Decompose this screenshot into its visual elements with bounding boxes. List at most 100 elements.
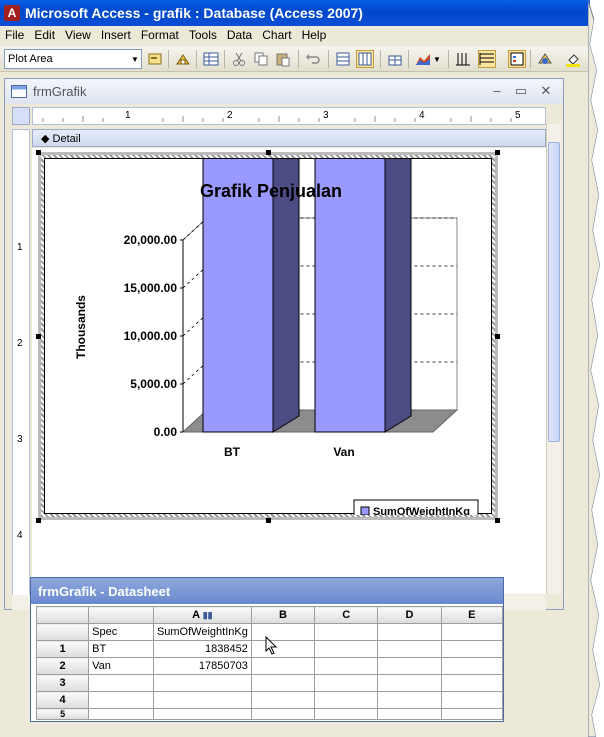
cell[interactable]	[440, 640, 504, 658]
value-axis-gridlines-icon[interactable]	[478, 50, 496, 68]
chart-area[interactable]: 0.00 5,000.00 10,000.00 15,000.00 20,000.00 B…	[44, 158, 493, 515]
cell[interactable]	[377, 657, 442, 675]
chart-objects-combo[interactable]: Plot Area ▼	[4, 49, 142, 69]
cell[interactable]	[152, 691, 252, 709]
cell[interactable]	[314, 640, 379, 658]
row-header[interactable]	[35, 623, 90, 641]
cell[interactable]	[250, 657, 316, 675]
cell[interactable]	[314, 691, 379, 709]
legend-swatch[interactable]	[360, 506, 370, 515]
resize-handle[interactable]	[495, 334, 500, 339]
resize-handle[interactable]	[266, 150, 271, 155]
cell[interactable]	[377, 623, 442, 641]
cell[interactable]: 1838452	[152, 640, 252, 658]
menu-format[interactable]: Format	[136, 26, 184, 45]
cell[interactable]	[152, 708, 252, 720]
resize-handle[interactable]	[36, 334, 41, 339]
resize-handle[interactable]	[495, 518, 500, 523]
cell[interactable]	[88, 708, 154, 720]
x-tick-label[interactable]: BT	[224, 445, 241, 459]
menu-edit[interactable]: Edit	[29, 26, 60, 45]
cell[interactable]	[377, 640, 442, 658]
cut-icon[interactable]	[230, 50, 248, 68]
row-header[interactable]: 4	[35, 691, 90, 709]
undo-icon[interactable]	[304, 50, 322, 68]
form-selector[interactable]	[12, 107, 30, 125]
resize-handle[interactable]	[495, 150, 500, 155]
cell[interactable]	[440, 623, 504, 641]
cell[interactable]	[250, 674, 316, 692]
chevron-down-icon[interactable]: ▼	[432, 50, 442, 68]
menu-data[interactable]: Data	[222, 26, 257, 45]
resize-handle[interactable]	[36, 518, 41, 523]
datasheet-grid[interactable]: A ▮▮ B C D E Spec SumOfWeightInKg 1 BT 1…	[35, 606, 504, 720]
menu-help[interactable]: Help	[297, 26, 332, 45]
column-header-d[interactable]: D	[377, 606, 442, 624]
view-datasheet-icon[interactable]	[202, 50, 220, 68]
chevron-down-icon[interactable]: ▼	[129, 55, 141, 64]
cell[interactable]	[440, 708, 504, 720]
cell[interactable]: 17850703	[152, 657, 252, 675]
maximize-icon[interactable]: ▭	[513, 83, 529, 99]
menu-chart[interactable]: Chart	[257, 26, 296, 45]
row-header[interactable]: 1	[35, 640, 90, 658]
chart-object-frame[interactable]: 0.00 5,000.00 10,000.00 15,000.00 20,000.00 B…	[38, 152, 498, 520]
by-row-icon[interactable]	[334, 50, 352, 68]
x-tick-label[interactable]: Van	[333, 445, 354, 459]
resize-handle[interactable]	[266, 518, 271, 523]
column-header-b[interactable]: B	[250, 606, 316, 624]
paste-icon[interactable]	[274, 50, 292, 68]
cell[interactable]	[377, 674, 442, 692]
y-axis-label[interactable]: Thousands	[74, 295, 88, 359]
menu-view[interactable]: View	[60, 26, 96, 45]
column-header-c[interactable]: C	[314, 606, 379, 624]
y-tick-label[interactable]: 10,000.00	[124, 329, 178, 343]
bar-side[interactable]	[384, 159, 412, 433]
minimize-icon[interactable]: –	[489, 83, 505, 99]
cell[interactable]	[314, 708, 379, 720]
cell[interactable]	[440, 674, 504, 692]
horizontal-ruler[interactable]: 1 2 3 4 5	[32, 107, 546, 125]
cell[interactable]	[250, 708, 316, 720]
legend-label[interactable]: SumOfWeightInKg	[373, 506, 470, 515]
y-tick-label[interactable]: 0.00	[154, 425, 178, 439]
column-header-a[interactable]: A ▮▮	[152, 606, 252, 624]
row-header[interactable]: 2	[35, 657, 90, 675]
scrollbar-thumb[interactable]	[548, 142, 560, 442]
select-all-cell[interactable]	[35, 606, 90, 624]
cell[interactable]	[314, 674, 379, 692]
y-tick-label[interactable]: 20,000.00	[124, 233, 178, 247]
row-header[interactable]: 3	[35, 674, 90, 692]
cell[interactable]	[88, 691, 154, 709]
by-column-icon[interactable]	[356, 50, 374, 68]
cell[interactable]: Van	[88, 657, 154, 675]
chart-svg[interactable]: 0.00 5,000.00 10,000.00 15,000.00 20,000.00 B…	[45, 159, 493, 515]
resize-handle[interactable]	[36, 150, 41, 155]
menu-file[interactable]: File	[0, 26, 29, 45]
row-header[interactable]: 5	[35, 708, 90, 720]
column-header-blank[interactable]	[88, 606, 154, 624]
chart-title[interactable]: Grafik Penjualan	[200, 181, 342, 201]
vertical-ruler[interactable]: 1 2 3 4	[12, 129, 30, 597]
import-file-icon[interactable]	[174, 50, 192, 68]
cell[interactable]: BT	[88, 640, 154, 658]
cell[interactable]	[377, 708, 442, 720]
copy-icon[interactable]	[252, 50, 270, 68]
y-tick-label[interactable]: 5,000.00	[130, 377, 177, 391]
close-icon[interactable]: ✕	[538, 83, 554, 99]
column-header-e[interactable]: E	[440, 606, 504, 624]
legend-icon[interactable]	[508, 50, 526, 68]
format-selection-icon[interactable]	[146, 50, 164, 68]
cell[interactable]	[88, 674, 154, 692]
cell[interactable]	[314, 657, 379, 675]
cell[interactable]: SumOfWeightInKg	[152, 623, 252, 641]
cell[interactable]	[250, 623, 316, 641]
category-axis-gridlines-icon[interactable]	[454, 50, 472, 68]
cell[interactable]	[152, 674, 252, 692]
cell[interactable]	[314, 623, 379, 641]
access-app-icon[interactable]: A	[4, 5, 20, 21]
cell[interactable]	[440, 657, 504, 675]
cell[interactable]	[250, 691, 316, 709]
detail-section-bar[interactable]: ◆ Detail	[32, 129, 546, 147]
cell[interactable]	[377, 691, 442, 709]
